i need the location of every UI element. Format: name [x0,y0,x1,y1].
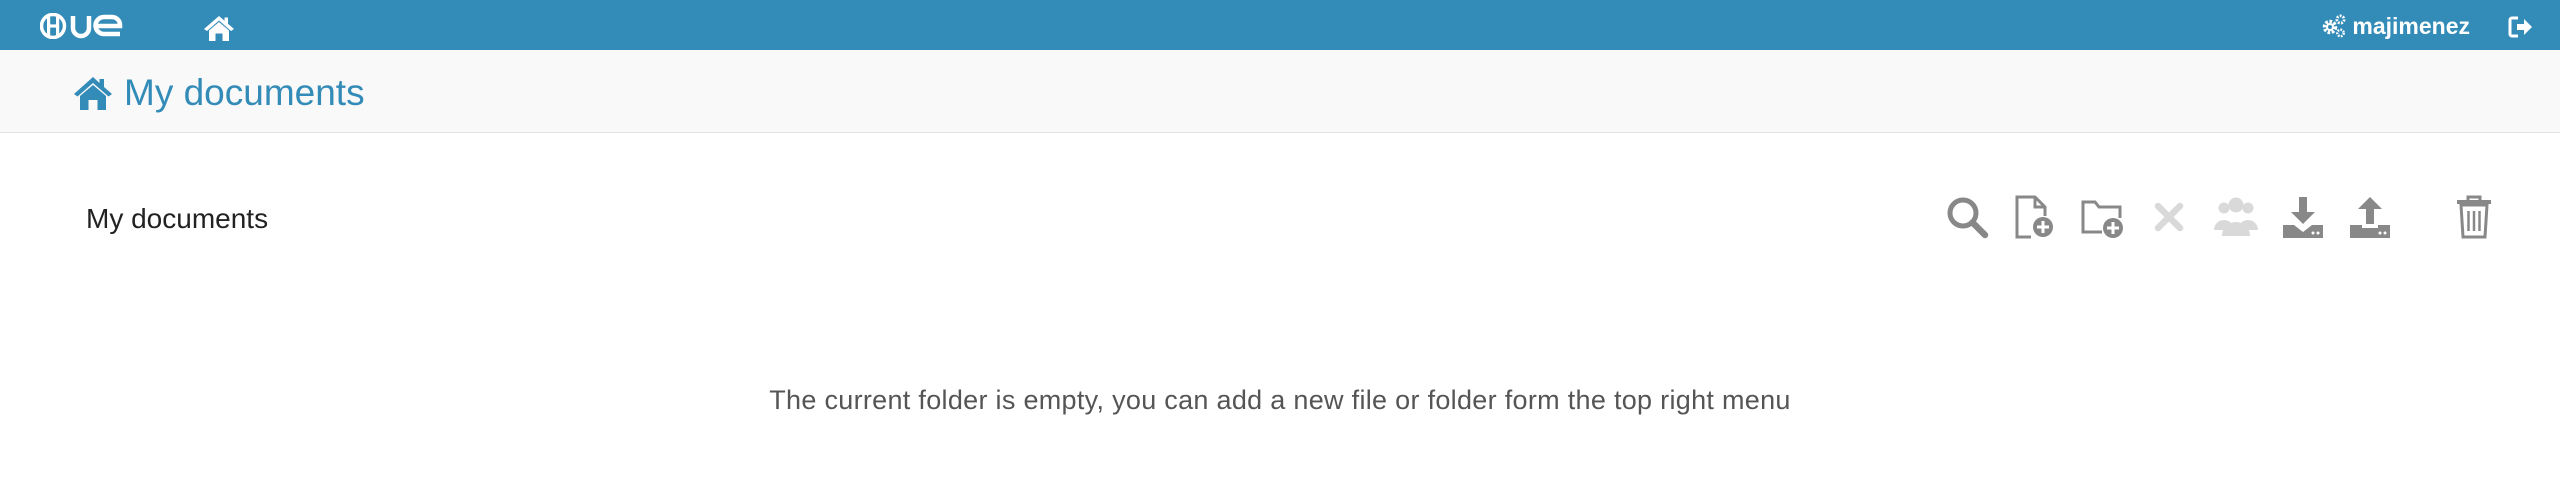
folder-title: My documents [86,203,269,234]
delete-button[interactable] [2145,190,2193,244]
page-title-text: My documents [124,72,365,113]
empty-folder-message: The current folder is empty, you can add… [769,385,1791,415]
page-title[interactable]: My documents [72,70,365,116]
new-folder-icon [2081,200,2123,238]
download-button[interactable] [2279,190,2327,244]
trash-button[interactable] [2450,190,2498,244]
upload-button[interactable] [2346,190,2394,244]
username: majimenez [2352,12,2470,39]
gears-icon [2323,14,2346,38]
home-nav-icon[interactable] [202,14,236,42]
share-button[interactable] [2212,190,2260,244]
new-document-icon [2015,195,2053,239]
new-document-button[interactable] [2010,190,2058,244]
search-button[interactable] [1943,190,1991,244]
new-folder-button[interactable] [2079,190,2127,244]
search-icon [1947,197,1989,239]
upload-icon [2350,197,2390,238]
delete-icon [2154,202,2184,232]
logout-icon[interactable] [2508,15,2534,39]
share-icon [2214,197,2258,236]
hue-logo[interactable] [40,13,144,39]
top-navbar: majimenez [0,0,2560,50]
user-menu[interactable]: majimenez [2321,12,2470,40]
home-icon [74,77,112,110]
download-icon [2283,197,2323,238]
trash-icon [2457,195,2491,239]
page-header: My documents [0,50,2560,133]
